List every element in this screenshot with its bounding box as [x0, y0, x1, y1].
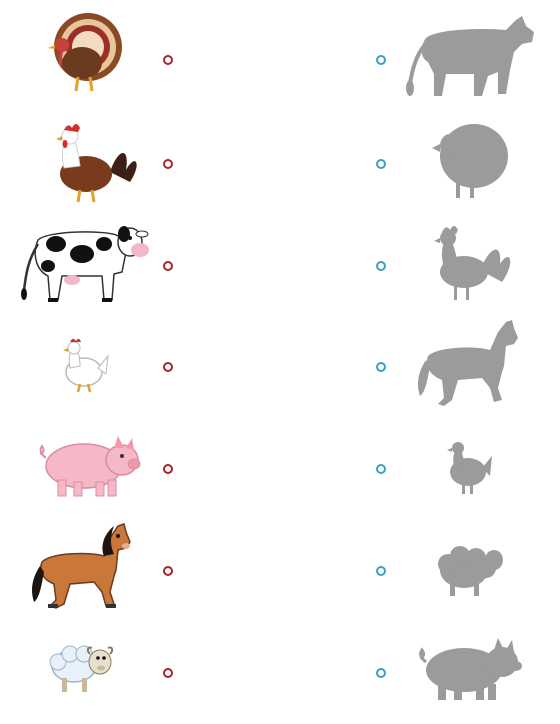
match-row-6: [0, 520, 560, 622]
right-match-dot-1[interactable]: [376, 55, 386, 65]
right-match-dot-2[interactable]: [376, 159, 386, 169]
left-match-dot-2[interactable]: [163, 159, 173, 169]
right-match-dot-3[interactable]: [376, 261, 386, 271]
left-match-dot-4[interactable]: [163, 362, 173, 372]
turkey-icon: [18, 10, 158, 110]
sheep-silhouette-icon: [398, 520, 538, 620]
rooster-silhouette-icon: [398, 214, 538, 314]
horse-silhouette-icon: [398, 316, 538, 416]
match-row-2: [0, 112, 560, 214]
hen-silhouette-icon: [398, 418, 538, 518]
match-row-7: [0, 622, 560, 724]
match-row-4: [0, 316, 560, 418]
left-match-dot-6[interactable]: [163, 566, 173, 576]
hen-icon: [18, 316, 158, 416]
match-row-1: [0, 10, 560, 112]
left-match-dot-3[interactable]: [163, 261, 173, 271]
match-row-3: [0, 214, 560, 316]
left-match-dot-5[interactable]: [163, 464, 173, 474]
left-match-dot-1[interactable]: [163, 55, 173, 65]
left-match-dot-7[interactable]: [163, 668, 173, 678]
match-row-5: [0, 418, 560, 520]
sheep-icon: [18, 622, 158, 722]
horse-icon: [18, 520, 158, 620]
cow-icon: [18, 214, 158, 314]
right-match-dot-6[interactable]: [376, 566, 386, 576]
cow-silhouette-icon: [398, 10, 538, 110]
right-match-dot-4[interactable]: [376, 362, 386, 372]
pig-silhouette-icon: [398, 622, 538, 722]
rooster-icon: [18, 112, 158, 212]
turkey-silhouette-icon: [398, 112, 538, 212]
right-match-dot-7[interactable]: [376, 668, 386, 678]
right-match-dot-5[interactable]: [376, 464, 386, 474]
pig-icon: [18, 418, 158, 518]
